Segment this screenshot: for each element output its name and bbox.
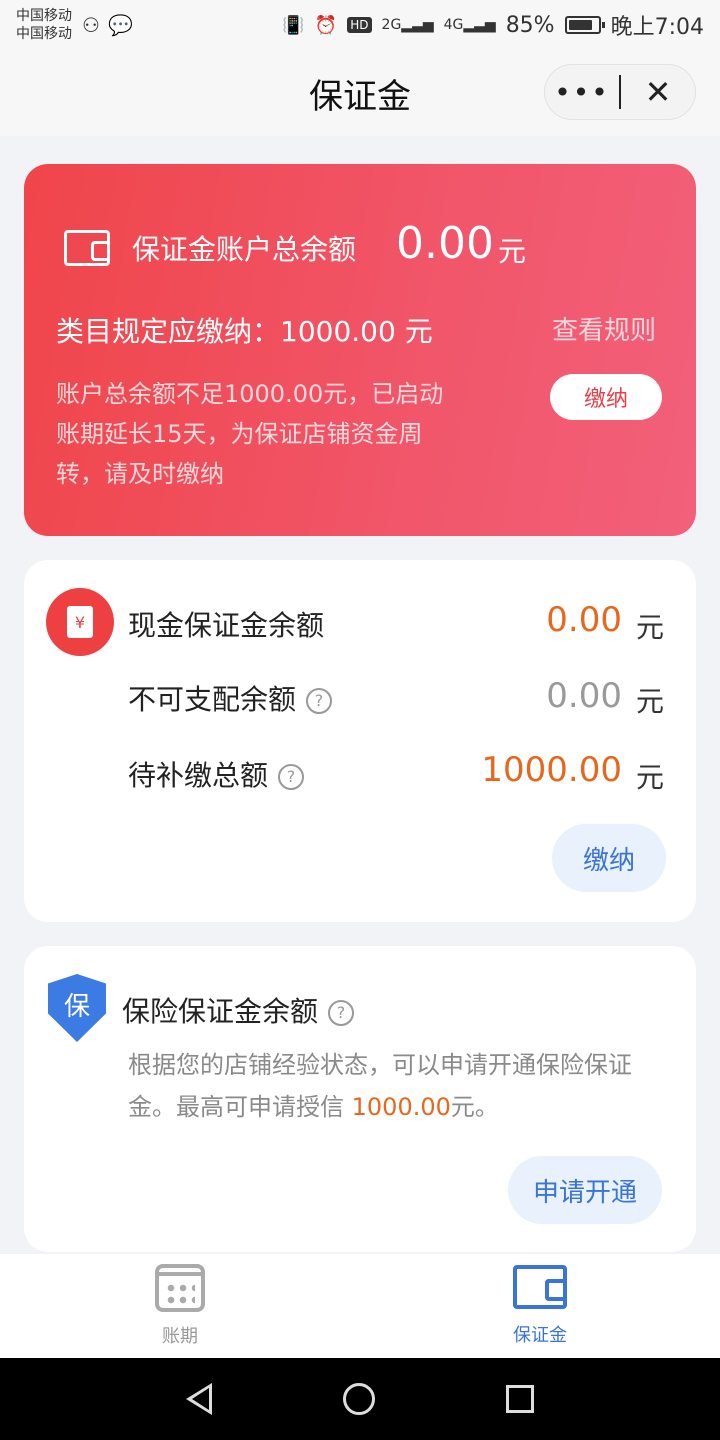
shield-icon: 保 xyxy=(48,974,106,1042)
help-icon[interactable]: ? xyxy=(306,688,333,714)
title-bar: 保证金 ••• ✕ xyxy=(0,50,720,136)
tab-deposit[interactable]: 保证金 xyxy=(360,1254,720,1358)
battery-percent: 85% xyxy=(505,12,555,38)
clock: 晚上7:04 xyxy=(610,15,704,40)
wallet-icon xyxy=(513,1265,567,1309)
non-disposable-unit: 元 xyxy=(635,685,664,718)
recent-apps-icon[interactable] xyxy=(506,1385,535,1413)
non-disposable-value: 0.00 xyxy=(546,676,622,716)
signal-icon-2: 4G▂▃▅ xyxy=(443,17,496,33)
non-disposable-label: 不可支配余额 xyxy=(128,683,297,716)
wallet-icon xyxy=(64,230,110,266)
cash-balance-value: 0.00 xyxy=(546,600,622,640)
tab-label: 账期 xyxy=(162,1326,198,1347)
insurance-credit-amount: 1000.00 xyxy=(351,1093,451,1121)
system-nav-bar xyxy=(0,1358,720,1440)
close-icon[interactable]: ✕ xyxy=(621,73,695,111)
hd-icon: HD xyxy=(347,17,372,33)
notification-icon: ⚇ xyxy=(82,13,100,37)
total-balance-value: 0.00 xyxy=(396,218,494,269)
insurance-desc-suffix: 元。 xyxy=(450,1093,499,1121)
required-amount-text: 类目规定应缴纳：1000.00 元 xyxy=(56,315,433,348)
signal-icon: 2G▂▃▅ xyxy=(381,17,434,33)
bottom-tab-bar: 账期 保证金 xyxy=(0,1254,720,1358)
tab-billing-period[interactable]: 账期 xyxy=(0,1254,360,1358)
help-icon[interactable]: ? xyxy=(278,764,305,790)
back-icon[interactable] xyxy=(185,1383,212,1415)
view-rules-link[interactable]: 查看规则 xyxy=(552,310,656,347)
carrier-1: 中国移动 xyxy=(16,8,72,24)
tab-label: 保证金 xyxy=(513,1325,567,1346)
alarm-icon: ⏰ xyxy=(314,14,338,36)
apply-insurance-button[interactable]: 申请开通 xyxy=(508,1156,662,1224)
pending-label: 待补缴总额 xyxy=(128,759,269,792)
non-disposable-row: 不可支配余额? xyxy=(128,678,333,718)
cash-deposit-card: ¥ 现金保证金余额 0.00 元 不可支配余额? 0.00 元 待补缴总额? 1… xyxy=(24,560,696,922)
deposit-summary-banner: 保证金账户总余额 0.00 元 类目规定应缴纳：1000.00 元 查看规则 账… xyxy=(24,164,696,536)
insurance-title-row: 保险保证金余额? xyxy=(122,990,355,1030)
pending-value: 1000.00 xyxy=(481,750,622,790)
cash-pay-button[interactable]: 缴纳 xyxy=(552,824,666,892)
total-balance-label: 保证金账户总余额 xyxy=(132,233,357,266)
page-title: 保证金 xyxy=(309,76,411,117)
help-icon[interactable]: ? xyxy=(328,1000,355,1026)
pending-row: 待补缴总额? xyxy=(128,754,305,794)
cash-balance-unit: 元 xyxy=(635,611,664,644)
calendar-icon xyxy=(155,1264,205,1312)
home-icon[interactable] xyxy=(342,1383,375,1415)
carrier-2: 中国移动 xyxy=(16,26,72,42)
insurance-description: 根据您的店铺经验状态，可以申请开通保险保证金。最高可申请授信 1000.00元。 xyxy=(128,1044,676,1128)
mini-program-capsule: ••• ✕ xyxy=(544,64,696,120)
status-bar: 中国移动 中国移动 ⚇ 💬 📳 ⏰ HD 2G▂▃▅ 4G▂▃▅ 85% 晚上7… xyxy=(0,0,720,50)
insufficient-balance-notice: 账户总余额不足1000.00元，已启动账期延长15天，为保证店铺资金周转，请及时… xyxy=(56,380,444,488)
battery-icon xyxy=(564,16,605,34)
insurance-title: 保险保证金余额 xyxy=(122,995,319,1028)
banner-pay-button[interactable]: 缴纳 xyxy=(550,374,662,420)
total-balance-unit: 元 xyxy=(498,235,527,268)
more-icon[interactable]: ••• xyxy=(545,76,619,109)
insurance-deposit-card: 保 保险保证金余额? 根据您的店铺经验状态，可以申请开通保险保证金。最高可申请授… xyxy=(24,946,696,1252)
message-icon: 💬 xyxy=(107,13,133,37)
cash-envelope-icon: ¥ xyxy=(46,588,114,656)
battery-level xyxy=(568,20,593,30)
vibrate-icon: 📳 xyxy=(282,14,305,36)
carrier-info: 中国移动 中国移动 xyxy=(16,7,72,43)
cash-balance-label: 现金保证金余额 xyxy=(128,609,325,642)
pending-unit: 元 xyxy=(635,761,664,794)
